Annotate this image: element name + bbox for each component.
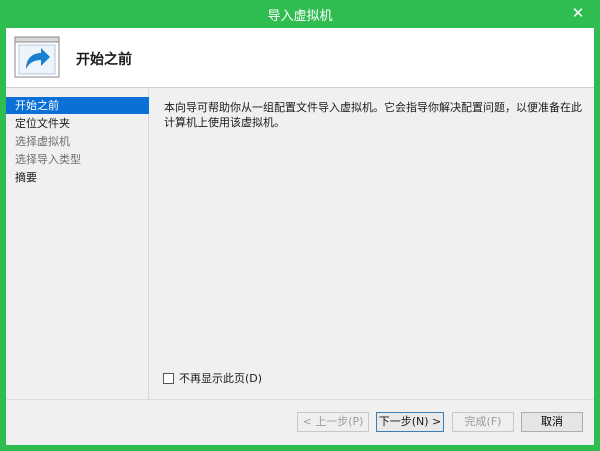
skip-page-label: 不再显示此页(D) [179,372,263,385]
wizard-description: 本向导可帮助你从一组配置文件导入虚拟机。它会指导你解决配置问题，以便准备在此计算… [164,101,582,129]
skip-page-checkbox[interactable]: 不再显示此页(D) [163,371,262,385]
close-button[interactable]: ✕ [566,2,590,24]
close-icon: ✕ [571,4,585,22]
previous-button[interactable]: < 上一步(P) [297,412,369,432]
title-bar[interactable]: 导入虚拟机 ✕ [0,0,600,28]
step-choose-import-type: 选择导入类型 [15,153,81,166]
step-summary[interactable]: 摘要 [6,169,149,186]
checkbox-box[interactable] [163,372,174,384]
step-locate-folder[interactable]: 定位文件夹 [6,115,149,132]
window-title: 导入虚拟机 [267,9,333,24]
step-before-you-begin[interactable]: 开始之前 [6,97,149,114]
wizard-window: 导入虚拟机 ✕ 开始之前 开始之前 定位文件夹 选择虚拟机 选择导入类型 摘要 … [0,0,600,451]
step-select-vm: 选择虚拟机 [15,135,70,148]
cancel-button[interactable]: 取消 [521,412,583,432]
wizard-client-area: 开始之前 开始之前 定位文件夹 选择虚拟机 选择导入类型 摘要 本向导可帮助你从… [6,28,594,445]
page-title: 开始之前 [76,52,132,68]
share-arrow-icon [14,36,60,78]
next-button[interactable]: 下一步(N) > [376,412,444,432]
wizard-step-list: 开始之前 定位文件夹 选择虚拟机 选择导入类型 摘要 [6,89,149,399]
finish-button[interactable]: 完成(F) [452,412,514,432]
wizard-header: 开始之前 [6,28,594,88]
footer-divider [6,399,594,400]
wizard-content: 本向导可帮助你从一组配置文件导入虚拟机。它会指导你解决配置问题，以便准备在此计算… [156,89,586,399]
